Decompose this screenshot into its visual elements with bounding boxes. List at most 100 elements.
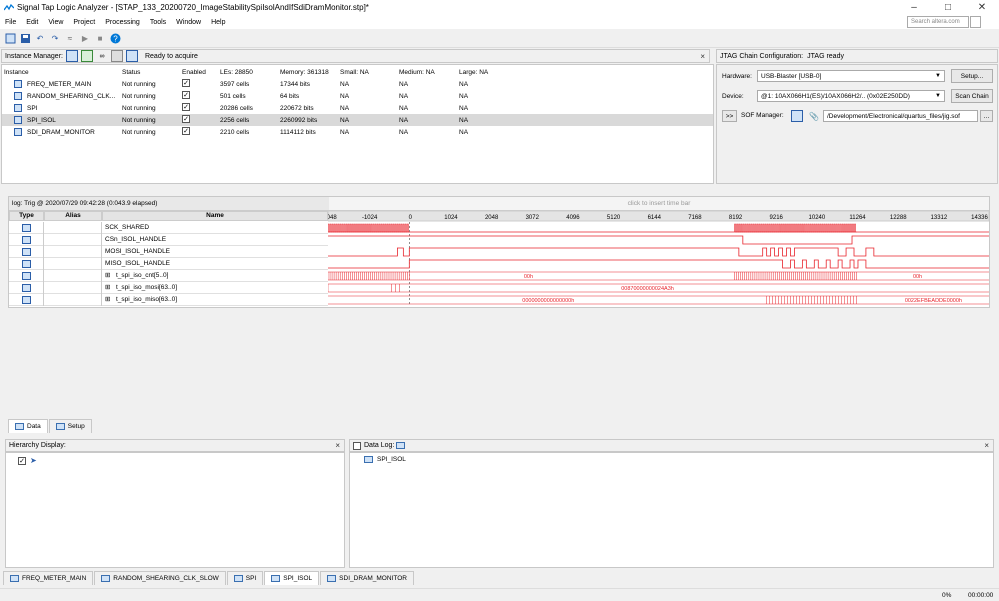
setup-button[interactable]: Setup...: [951, 69, 993, 83]
signal-row[interactable]: SCK_SHARED: [9, 222, 328, 234]
instance-row[interactable]: FREQ_METER_MAIN Not running ✓ 3597 cells 173…: [2, 78, 713, 90]
tab-setup[interactable]: Setup: [48, 419, 92, 433]
tab-data[interactable]: Data: [8, 419, 48, 433]
signal-icon: [22, 260, 31, 268]
search-button[interactable]: [970, 16, 981, 28]
signal-wave: [328, 247, 989, 257]
signal-row[interactable]: MISO_ISOL_HANDLE: [9, 258, 328, 270]
waveform-canvas[interactable]: -2048-1024010242048307240965120614471688…: [328, 211, 989, 305]
read-data-icon[interactable]: [125, 50, 138, 62]
time-bar-hint[interactable]: click to insert time bar: [329, 197, 989, 211]
instance-name: FREQ_METER_MAIN: [27, 80, 92, 88]
device-select[interactable]: @1: 10AX066H1(ES)/10AX066H2/.. (0x02E250…: [757, 90, 945, 102]
autorun-analysis-icon[interactable]: [65, 50, 78, 62]
close-instance-panel-icon[interactable]: ×: [700, 52, 705, 61]
elapsed-time: 00:00:00: [968, 592, 994, 599]
close-datalog-icon[interactable]: ×: [984, 441, 989, 450]
run-analysis-icon[interactable]: [80, 50, 93, 62]
menu-help[interactable]: Help: [206, 19, 230, 26]
hardware-value: USB-Blaster [USB-0]: [761, 72, 822, 80]
bus-signal-icon: [22, 272, 31, 280]
menu-file[interactable]: File: [0, 19, 21, 26]
stop-icon[interactable]: ∞: [96, 50, 108, 62]
tab-freq-meter-main[interactable]: FREQ_METER_MAIN: [3, 571, 94, 585]
menu-edit[interactable]: Edit: [21, 19, 43, 26]
tab-spi[interactable]: SPI: [226, 571, 264, 585]
tab-random-shearing-clk-slow[interactable]: RANDOM_SHEARING_CLK_SLOW: [94, 571, 226, 585]
signal-row[interactable]: ⊞ t_spi_iso_mosi[63..0]: [9, 282, 328, 294]
help-icon[interactable]: ?: [109, 33, 121, 45]
instance-medium: NA: [399, 104, 409, 112]
instance-row[interactable]: RANDOM_SHEARING_CLK... Not running ✓ 501 ce…: [2, 90, 713, 102]
redo-icon[interactable]: ↷: [49, 33, 61, 45]
hardware-select[interactable]: USB-Blaster [USB-0] ▼: [757, 70, 945, 82]
menu-processing[interactable]: Processing: [100, 19, 145, 26]
instance-row[interactable]: SPI_ISOL Not running ✓ 2256 cells 2260992 bi…: [2, 114, 713, 126]
hierarchy-checkbox[interactable]: ✓: [18, 457, 26, 465]
expand-icon[interactable]: ⊞: [105, 295, 110, 303]
scan-chain-button[interactable]: Scan Chain: [951, 89, 993, 103]
signal-wave: [328, 235, 989, 245]
signal-row[interactable]: CSn_ISOL_HANDLE: [9, 234, 328, 246]
instance-enabled-checkbox[interactable]: ✓: [182, 127, 190, 135]
expand-icon[interactable]: ⊞: [105, 283, 110, 291]
close-window-button[interactable]: ✕: [965, 0, 999, 15]
signal-row[interactable]: ⊞ t_spi_iso_cnt[5..0]: [9, 270, 328, 282]
signal-row[interactable]: ⊞ t_spi_iso_miso[63..0]: [9, 294, 328, 306]
datalog-icon: [396, 442, 406, 449]
instance-enabled-checkbox[interactable]: ✓: [182, 115, 190, 123]
instance-manager-label: Instance Manager:: [5, 52, 63, 60]
signal-name: t_spi_iso_mosi[63..0]: [116, 284, 178, 291]
close-hierarchy-icon[interactable]: ×: [335, 441, 340, 450]
tick-label: 9216: [770, 215, 784, 221]
maximize-button[interactable]: □: [931, 0, 965, 15]
minimize-button[interactable]: –: [897, 0, 931, 15]
autorun-icon[interactable]: ≈: [64, 33, 76, 45]
stop-analysis-button[interactable]: [110, 50, 123, 62]
waveform-table: Type Alias Name -2048-102401024204830724…: [9, 211, 989, 306]
hierarchy-header: Hierarchy Display: ×: [5, 439, 345, 452]
menu-view[interactable]: View: [43, 19, 68, 26]
instance-status: Not running: [122, 128, 156, 136]
instance-small: NA: [340, 104, 350, 112]
tick-label: 3072: [526, 215, 540, 221]
signal-name: CSn_ISOL_HANDLE: [105, 236, 167, 243]
tab-sdi-dram-monitor[interactable]: SDI_DRAM_MONITOR: [320, 571, 414, 585]
menu-tools[interactable]: Tools: [145, 19, 171, 26]
sof-manager-label: SOF Manager:: [741, 112, 784, 119]
expand-icon[interactable]: ⊞: [105, 271, 110, 279]
sof-path-field[interactable]: /Development/Electronical/quartus_files/…: [823, 110, 978, 122]
instance-small: NA: [340, 116, 350, 124]
undo-icon[interactable]: ↶: [34, 33, 46, 45]
tab-spi-isol[interactable]: SPI_ISOL: [264, 571, 320, 585]
instance-enabled-checkbox[interactable]: ✓: [182, 103, 190, 111]
signal-row[interactable]: MOSI_ISOL_HANDLE: [9, 246, 328, 258]
attach-file-icon[interactable]: 📎: [808, 110, 820, 122]
program-device-icon[interactable]: [791, 110, 803, 122]
instance-row[interactable]: SPI Not running ✓ 20286 cells 220672 bits NA N…: [2, 102, 713, 114]
datalog-item[interactable]: SPI_ISOL: [377, 456, 406, 463]
tab-setup-label: Setup: [67, 423, 85, 430]
instance-medium: NA: [399, 116, 409, 124]
tick-label: -1024: [362, 215, 378, 221]
setup-icon[interactable]: [4, 33, 16, 45]
instance-icon: [14, 128, 22, 136]
datalog-checkbox[interactable]: [353, 441, 361, 450]
stop-analysis-icon[interactable]: ■: [94, 33, 106, 45]
save-icon[interactable]: [19, 33, 31, 45]
instance-row[interactable]: SDI_DRAM_MONITOR Not running ✓ 2210 cells 11…: [2, 126, 713, 138]
sof-toggle-button[interactable]: >>: [722, 110, 737, 122]
instance-enabled-checkbox[interactable]: ✓: [182, 79, 190, 87]
col-memory: Memory: 361318: [280, 68, 329, 76]
run-icon[interactable]: ▶: [79, 33, 91, 45]
tick-label: 6144: [648, 215, 662, 221]
bus-value-label: 00870000000024A3h: [621, 286, 674, 292]
search-input[interactable]: Search altera.com: [907, 16, 969, 28]
menu-window[interactable]: Window: [171, 19, 206, 26]
bus-value-label: 00h: [524, 274, 533, 280]
tick-label: -2048: [328, 215, 337, 221]
instance-enabled-checkbox[interactable]: ✓: [182, 91, 190, 99]
menu-project[interactable]: Project: [68, 19, 100, 26]
browse-sof-button[interactable]: …: [980, 110, 993, 122]
tab-data-label: Data: [27, 423, 41, 430]
